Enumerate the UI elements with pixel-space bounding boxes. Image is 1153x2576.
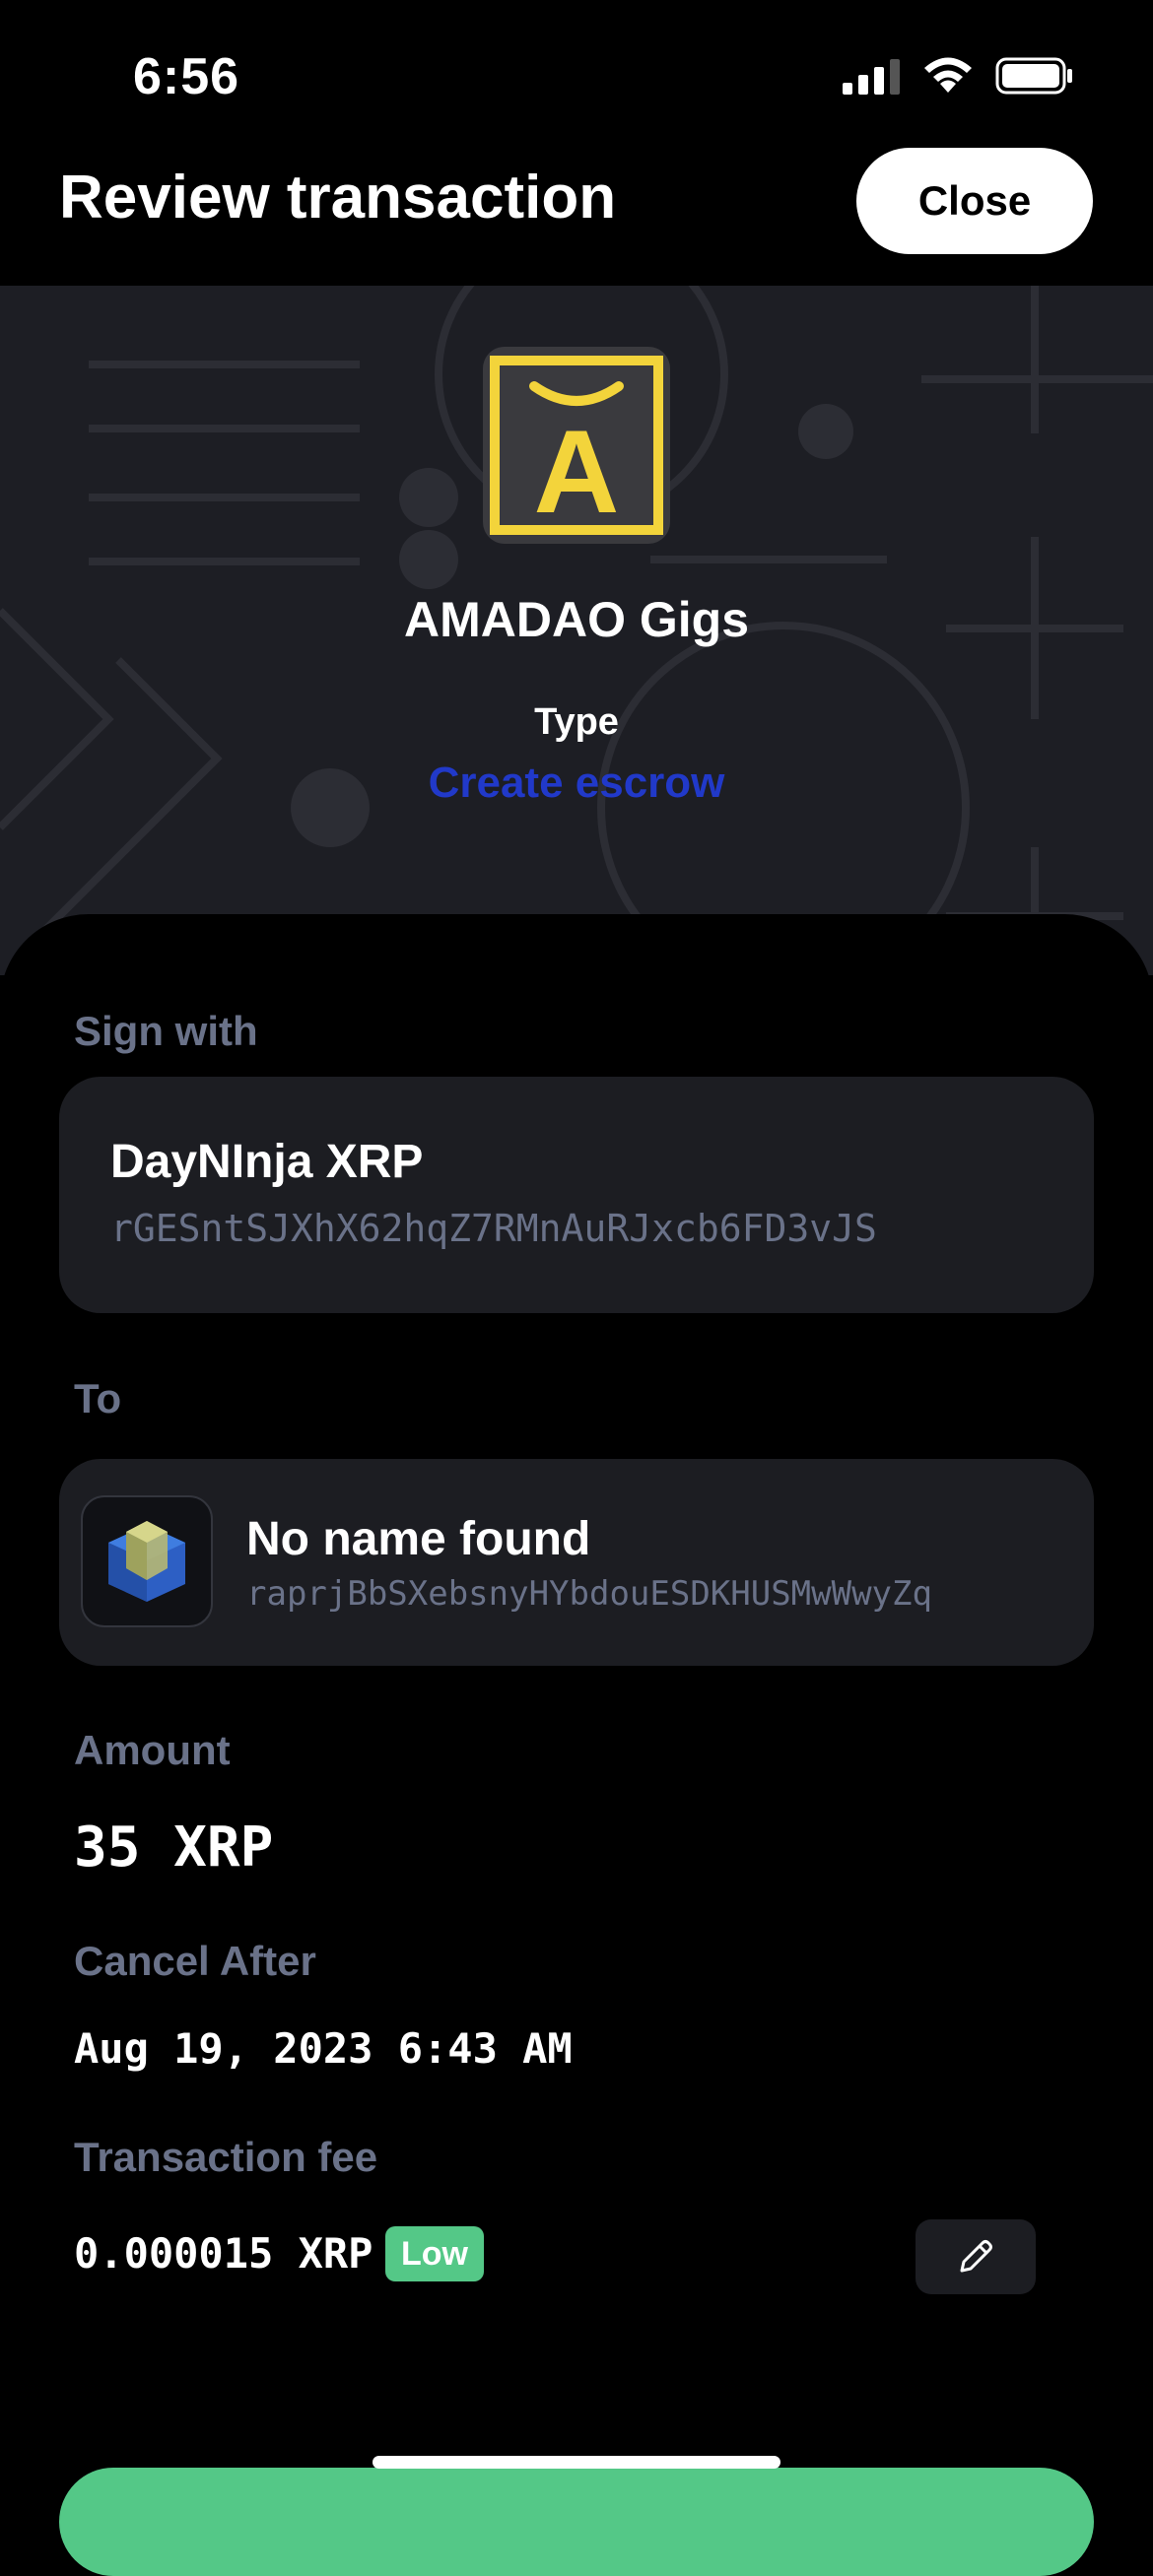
pencil-icon bbox=[960, 2240, 992, 2273]
type-value: Create escrow bbox=[428, 759, 725, 807]
cancel-after-value: Aug 19, 2023 6:43 AM bbox=[74, 2024, 573, 2073]
to-label: To bbox=[74, 1375, 122, 1421]
slide-to-accept-button[interactable] bbox=[59, 2468, 1094, 2576]
amadao-logo-icon: A bbox=[490, 356, 663, 538]
amount-label: Amount bbox=[74, 1727, 231, 1773]
logo-letter: A bbox=[534, 406, 620, 538]
app-logo: A bbox=[483, 347, 670, 544]
signer-account-address: rGESntSJXhX62hqZ7RMnAuRJxcb6FD3vJS bbox=[110, 1207, 877, 1250]
signal-icon bbox=[843, 59, 900, 95]
page-title: Review transaction bbox=[59, 164, 617, 231]
status-time: 6:56 bbox=[133, 48, 240, 105]
amount-value: 35 XRP bbox=[74, 1816, 274, 1880]
destination-name: No name found bbox=[246, 1513, 591, 1565]
close-button[interactable]: Close bbox=[856, 148, 1093, 254]
app-name: AMADAO Gigs bbox=[404, 592, 749, 647]
battery-icon bbox=[995, 57, 1072, 95]
wifi-icon bbox=[924, 57, 972, 93]
signer-account-card[interactable] bbox=[59, 1077, 1094, 1313]
edit-fee-button[interactable] bbox=[916, 2219, 1036, 2294]
fee-level-badge: Low bbox=[385, 2226, 484, 2281]
signer-account-name: DayNInja XRP bbox=[110, 1136, 424, 1188]
destination-address: raprjBbSXebsnyHYbdouESDKHUSMwWwyZq bbox=[246, 1574, 932, 1614]
destination-avatar bbox=[81, 1495, 213, 1627]
transaction-fee-label: Transaction fee bbox=[74, 2134, 378, 2180]
type-label: Type bbox=[534, 701, 619, 743]
home-indicator bbox=[373, 2456, 780, 2469]
cancel-after-label: Cancel After bbox=[74, 1938, 316, 1984]
sign-with-label: Sign with bbox=[74, 1008, 258, 1054]
cube-icon bbox=[108, 1521, 185, 1602]
transaction-fee-value: 0.000015 XRP bbox=[74, 2229, 373, 2278]
